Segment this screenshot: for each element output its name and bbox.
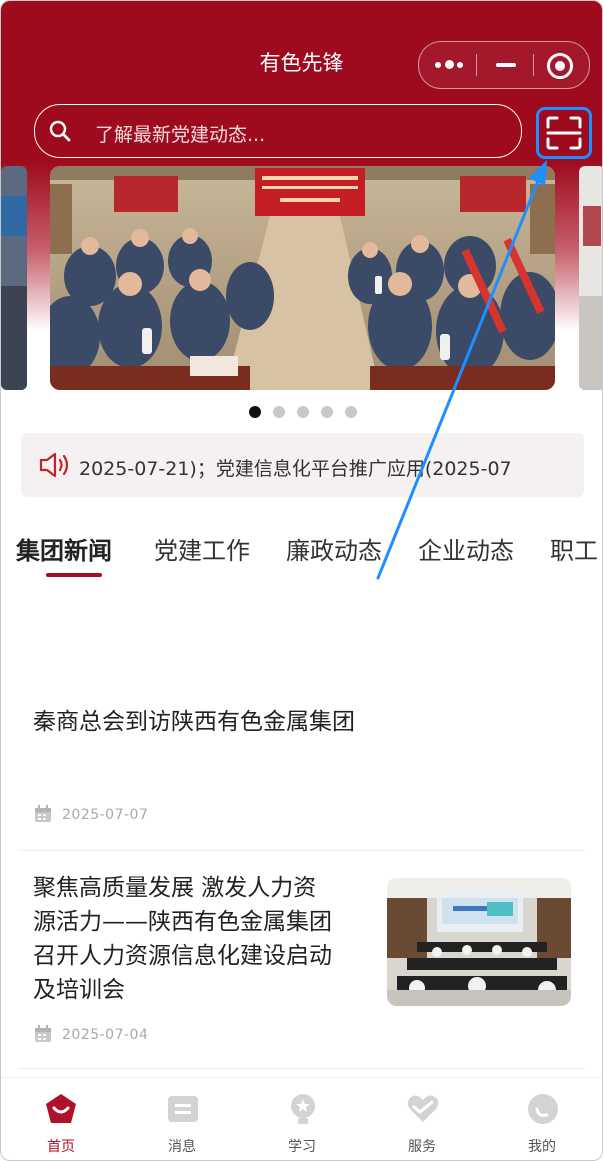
more-dots-icon[interactable] bbox=[435, 59, 465, 71]
calendar-icon bbox=[35, 805, 51, 822]
scan-button[interactable] bbox=[536, 107, 592, 159]
capsule-divider bbox=[533, 54, 534, 76]
carousel-dot[interactable] bbox=[321, 406, 333, 418]
carousel-prev-peek[interactable] bbox=[1, 166, 27, 390]
minimize-icon[interactable] bbox=[496, 63, 516, 67]
news-item-title[interactable]: 秦商总会到访陕西有色金属集团 bbox=[33, 705, 573, 739]
tab-enterprise-news[interactable]: 企业动态 bbox=[418, 531, 514, 566]
divider bbox=[18, 1068, 585, 1069]
app-frame: 有色先锋 了解最新党建动态... 2025-07-21)；党建信息化平台推广应用… bbox=[0, 0, 603, 1161]
message-icon bbox=[168, 1096, 198, 1122]
calendar-icon bbox=[35, 1025, 51, 1042]
service-icon bbox=[407, 1095, 439, 1122]
active-tab-indicator bbox=[46, 573, 102, 577]
notice-bar[interactable]: 2025-07-21)；党建信息化平台推广应用(2025-07 bbox=[21, 433, 584, 497]
tab-party-work[interactable]: 党建工作 bbox=[154, 531, 250, 566]
carousel-dot[interactable] bbox=[297, 406, 309, 418]
carousel-dot[interactable] bbox=[273, 406, 285, 418]
tabbar-item-home[interactable]: 首页 bbox=[1, 1078, 121, 1160]
close-target-icon[interactable] bbox=[547, 53, 573, 79]
carousel-next-peek[interactable] bbox=[579, 166, 602, 390]
carousel-dot[interactable] bbox=[345, 406, 357, 418]
carousel-dot[interactable] bbox=[249, 406, 261, 418]
capsule-divider bbox=[476, 54, 477, 76]
home-icon bbox=[46, 1094, 76, 1123]
tabbar-item-messages[interactable]: 消息 bbox=[122, 1078, 242, 1160]
profile-icon bbox=[528, 1094, 558, 1124]
speaker-icon bbox=[39, 452, 69, 478]
search-icon bbox=[49, 120, 71, 142]
miniprogram-capsule bbox=[418, 41, 590, 89]
bottom-tab-bar: 首页 消息 学习 服务 我的 bbox=[1, 1077, 602, 1160]
carousel-banner-image[interactable] bbox=[50, 166, 555, 390]
tab-staff[interactable]: 职工 bbox=[550, 531, 598, 566]
tab-group-news[interactable]: 集团新闻 bbox=[16, 531, 112, 566]
tabbar-item-service[interactable]: 服务 bbox=[362, 1078, 482, 1160]
news-item-title[interactable]: 聚焦高质量发展 激发人力资 源活力——陕西有色金属集团 召开人力资源信息化建设启… bbox=[33, 871, 383, 1007]
search-placeholder: 了解最新党建动态... bbox=[95, 124, 266, 146]
scan-icon bbox=[546, 116, 582, 150]
study-icon bbox=[291, 1094, 315, 1124]
divider bbox=[18, 850, 585, 851]
tabbar-item-study[interactable]: 学习 bbox=[242, 1078, 362, 1160]
news-thumbnail[interactable] bbox=[387, 878, 571, 1006]
tab-integrity-news[interactable]: 廉政动态 bbox=[286, 531, 382, 566]
notice-text: 2025-07-21)；党建信息化平台推广应用(2025-07 bbox=[79, 458, 512, 480]
tabbar-item-profile[interactable]: 我的 bbox=[482, 1078, 602, 1160]
search-input[interactable]: 了解最新党建动态... bbox=[34, 104, 522, 158]
